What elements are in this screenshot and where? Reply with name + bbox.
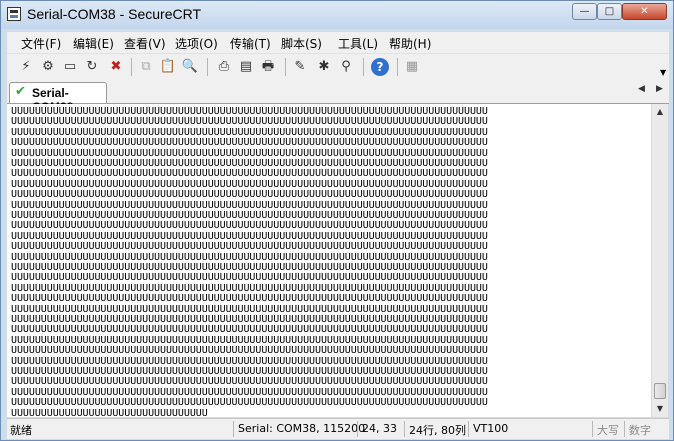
tab-serial-com38[interactable]: ✔ Serial-COM38 [9, 82, 107, 114]
status-separator [624, 421, 625, 437]
connect-icon[interactable]: ⚡ [17, 58, 35, 76]
global-options-icon[interactable]: ✱ [315, 58, 333, 76]
status-separator [468, 421, 469, 437]
status-emulation: VT100 [473, 422, 509, 435]
vertical-scrollbar[interactable]: ▲ ▼ [651, 104, 668, 417]
scroll-up-icon[interactable]: ▲ [652, 104, 668, 120]
reconnect-icon[interactable]: ↻ [83, 58, 101, 76]
toolbar-separator [363, 58, 364, 76]
status-separator [404, 421, 405, 437]
status-connection: Serial: COM38, 115200 [238, 422, 366, 435]
keymap-icon[interactable]: ⚲ [337, 58, 355, 76]
tab-next-icon[interactable]: ▶ [656, 84, 663, 94]
tab-bar: ✔ Serial-COM38 ◀ ▶ [7, 79, 669, 114]
menu-tools[interactable]: 工具(L) [338, 35, 378, 52]
tab-prev-icon[interactable]: ◀ [638, 84, 645, 94]
toolbar-overflow-icon[interactable]: ▼ [660, 68, 666, 77]
status-bar: 就绪 Serial: COM38, 115200 24, 33 24行, 80列… [7, 418, 669, 439]
window-title: Serial-COM38 - SecureCRT [27, 6, 202, 22]
print-preview-icon[interactable]: ▤ [237, 58, 255, 76]
toolbar-separator [131, 58, 132, 76]
disconnect-icon[interactable]: ✖ [107, 58, 125, 76]
help-icon[interactable]: ? [371, 58, 389, 76]
minimize-button[interactable]: — [572, 3, 597, 20]
sftp-icon[interactable]: ▦ [403, 58, 421, 76]
printer-icon[interactable]: 🖶 [259, 58, 277, 76]
menu-options[interactable]: 选项(O) [175, 35, 218, 52]
status-ready: 就绪 [10, 424, 32, 437]
paste-icon[interactable]: 📋 [159, 58, 177, 76]
menu-help[interactable]: 帮助(H) [389, 35, 431, 52]
status-cursor-position: 24, 33 [362, 422, 397, 435]
toolbar-separator [285, 58, 286, 76]
menu-script[interactable]: 脚本(S) [281, 35, 322, 52]
menu-transfer[interactable]: 传输(T) [230, 35, 271, 52]
scroll-down-icon[interactable]: ▼ [652, 401, 668, 417]
toolbar-separator [207, 58, 208, 76]
menu-view[interactable]: 查看(V) [124, 35, 166, 52]
terminal-output[interactable]: UUUUUUUUUUUUUUUUUUUUUUUUUUUUUUUUUUUUUUUU… [7, 104, 651, 417]
connected-check-icon: ✔ [15, 84, 26, 99]
toolbar-separator [397, 58, 398, 76]
status-num-lock: 数字 [629, 424, 651, 437]
app-icon[interactable] [7, 7, 21, 21]
toolbar: ⚡ ⚙ ▭ ↻ ✖ ⧉ 📋 🔍 ⎙ ▤ 🖶 ✎ ✱ ⚲ ? ▦ ▼ [7, 53, 669, 80]
close-button[interactable]: ✕ [622, 3, 667, 20]
terminal-line: UUUUUUUUUUUUUUUUUUUUUUUUUUUUUUUUU [11, 407, 208, 417]
maximize-button[interactable]: □ [597, 3, 622, 20]
status-separator [357, 421, 358, 437]
scroll-thumb[interactable] [654, 383, 666, 399]
menu-bar: 文件(F) 编辑(E) 查看(V) 选项(O) 传输(T) 脚本(S) 工具(L… [7, 32, 669, 53]
session-options-icon[interactable]: ✎ [291, 58, 309, 76]
status-caps-lock: 大写 [597, 424, 619, 437]
menu-file[interactable]: 文件(F) [21, 35, 61, 52]
find-icon[interactable]: 🔍 [181, 58, 199, 76]
connect-tab-icon[interactable]: ▭ [61, 58, 79, 76]
status-separator [233, 421, 234, 437]
status-terminal-size: 24行, 80列 [409, 424, 466, 437]
copy-icon[interactable]: ⧉ [137, 58, 155, 76]
print-icon[interactable]: ⎙ [215, 58, 233, 76]
title-bar[interactable]: Serial-COM38 - SecureCRT — □ ✕ [1, 1, 673, 29]
securecrt-window: Serial-COM38 - SecureCRT — □ ✕ 文件(F) 编辑(… [0, 0, 674, 441]
status-separator [592, 421, 593, 437]
menu-edit[interactable]: 编辑(E) [73, 35, 114, 52]
quick-connect-icon[interactable]: ⚙ [39, 58, 57, 76]
